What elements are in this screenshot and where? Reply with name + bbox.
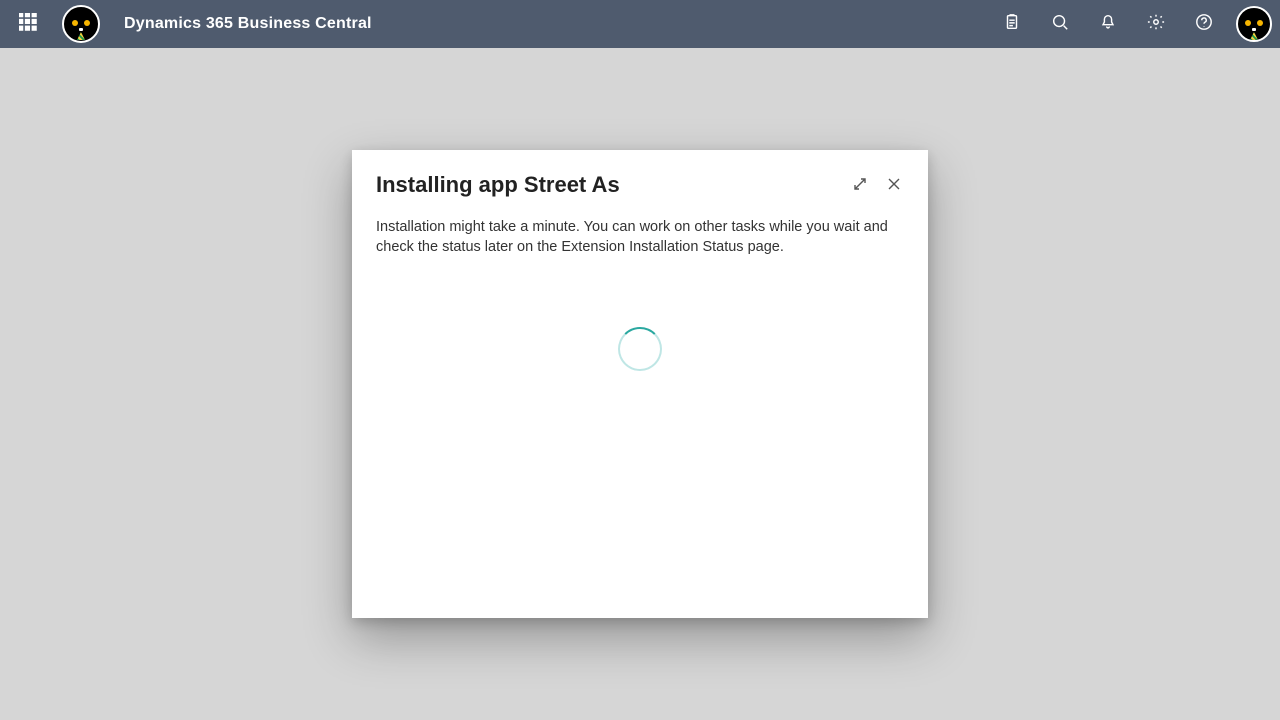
search-button[interactable]	[1040, 4, 1080, 44]
maximize-button[interactable]	[846, 172, 874, 200]
gear-icon	[1147, 13, 1165, 36]
spinner-area	[352, 257, 928, 618]
bell-icon	[1099, 13, 1117, 36]
app-launcher-button[interactable]	[8, 4, 48, 44]
notifications-button[interactable]	[1088, 4, 1128, 44]
cat-icon	[1240, 10, 1268, 38]
search-icon	[1051, 13, 1069, 36]
brand-title: Dynamics 365 Business Central	[124, 15, 372, 33]
help-button[interactable]	[1184, 4, 1224, 44]
loading-spinner-icon	[618, 327, 662, 371]
waffle-icon	[19, 13, 37, 36]
dialog-title: Installing app Street As	[376, 172, 840, 198]
admin-center-button[interactable]	[992, 4, 1032, 44]
page-canvas: Installing app Street As Installation mi…	[0, 48, 1280, 720]
clipboard-icon	[1003, 13, 1021, 36]
dialog-message: Installation might take a minute. You ca…	[352, 200, 928, 257]
install-progress-dialog: Installing app Street As Installation mi…	[352, 150, 928, 618]
cat-icon	[67, 10, 95, 38]
tenant-logo[interactable]	[62, 5, 100, 43]
help-icon	[1195, 13, 1213, 36]
app-header: Dynamics 365 Business Central	[0, 0, 1280, 48]
user-avatar[interactable]	[1236, 6, 1272, 42]
close-button[interactable]	[880, 172, 908, 200]
settings-button[interactable]	[1136, 4, 1176, 44]
expand-icon	[853, 177, 867, 196]
close-icon	[887, 177, 901, 196]
